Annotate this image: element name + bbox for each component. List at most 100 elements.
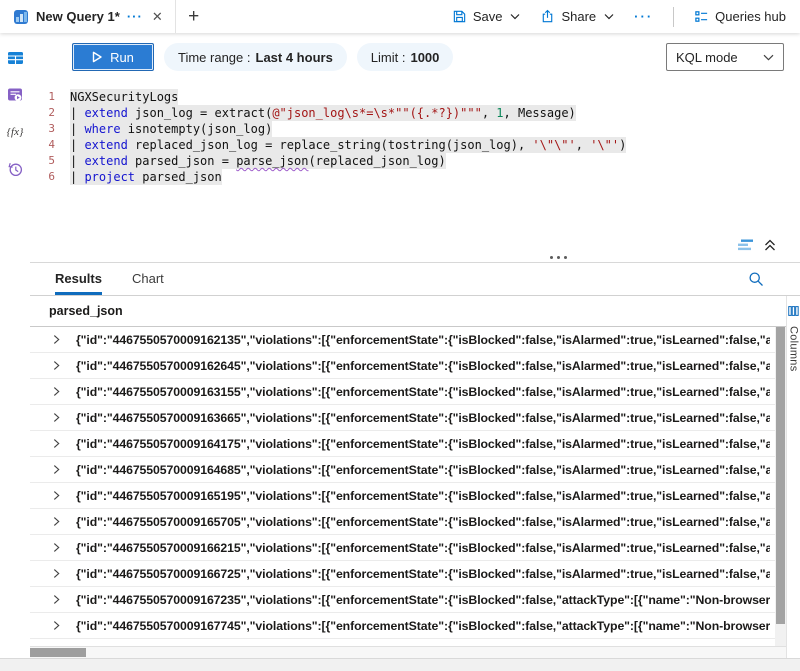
code-line[interactable]: 1 NGXSecurityLogs — [30, 89, 800, 105]
code-text: | extend parsed_json = parse_json(replac… — [70, 153, 446, 169]
table-row[interactable]: {"id":"4467550570009166725","violations"… — [30, 561, 786, 587]
code-text: NGXSecurityLogs — [70, 89, 178, 105]
collapse-pane-double-chevron-up-icon[interactable] — [764, 239, 776, 252]
expand-row-chevron-icon[interactable] — [53, 620, 60, 631]
expand-row-chevron-icon[interactable] — [53, 412, 60, 423]
expand-row-chevron-icon[interactable] — [53, 464, 60, 475]
row-json-text: {"id":"4467550570009165705","violations"… — [76, 515, 770, 529]
results-body: parsed_json {"id":"4467550570009162135",… — [30, 296, 800, 658]
code-lines: 1 NGXSecurityLogs 2 | extend json_log = … — [30, 89, 800, 185]
expand-row-chevron-icon[interactable] — [53, 438, 60, 449]
pane-splitter — [30, 233, 800, 263]
code-line[interactable]: 4 | extend replaced_json_log = replace_s… — [30, 137, 800, 153]
share-button[interactable]: Share — [540, 9, 614, 24]
tab-chart[interactable]: Chart — [132, 263, 164, 295]
code-line[interactable]: 6 | project parsed_json — [30, 169, 800, 185]
table-row[interactable]: {"id":"4467550570009165195","violations"… — [30, 483, 786, 509]
mode-chevron-down-icon — [763, 54, 774, 61]
table-row[interactable]: {"id":"4467550570009162645","violations"… — [30, 353, 786, 379]
expand-row-chevron-icon[interactable] — [53, 360, 60, 371]
time-range-value: Last 4 hours — [256, 50, 333, 65]
expand-row-chevron-icon[interactable] — [53, 568, 60, 579]
save-chevron-down-icon[interactable] — [510, 13, 520, 20]
row-json-text: {"id":"4467550570009164685","violations"… — [76, 463, 770, 477]
share-chevron-down-icon[interactable] — [604, 13, 614, 20]
table-row[interactable]: {"id":"4467550570009165705","violations"… — [30, 509, 786, 535]
row-json-text: {"id":"4467550570009163665","violations"… — [76, 411, 770, 425]
row-json-text: {"id":"4467550570009167745","violations"… — [76, 619, 770, 633]
save-icon — [452, 9, 467, 24]
results-layout-icon[interactable] — [736, 238, 755, 252]
row-json-text: {"id":"4467550570009166215","violations"… — [76, 541, 770, 555]
code-line[interactable]: 3 | where isnotempty(json_log) — [30, 121, 800, 137]
row-json-text: {"id":"4467550570009162135","violations"… — [76, 333, 770, 347]
horizontal-scrollbar-thumb[interactable] — [30, 648, 86, 657]
sidebar-item-query-history[interactable] — [6, 160, 24, 178]
line-number: 4 — [30, 137, 70, 153]
expand-row-chevron-icon[interactable] — [53, 334, 60, 345]
expand-row-chevron-icon[interactable] — [53, 542, 60, 553]
new-tab-button[interactable]: + — [176, 0, 212, 33]
time-range-picker[interactable]: Time range : Last 4 hours — [164, 43, 347, 71]
table-row[interactable]: {"id":"4467550570009164685","violations"… — [30, 457, 786, 483]
tab-more-icon[interactable]: ··· — [127, 12, 143, 22]
line-number: 1 — [30, 89, 70, 105]
code-text: | where isnotempty(json_log) — [70, 121, 272, 137]
divider — [673, 7, 674, 27]
tab-close-icon[interactable]: ✕ — [150, 9, 165, 25]
table-row[interactable]: {"id":"4467550570009163155","violations"… — [30, 379, 786, 405]
line-number: 3 — [30, 121, 70, 137]
splitter-drag-handle[interactable] — [550, 256, 567, 259]
limit-value: 1000 — [410, 50, 439, 65]
query-panel: Run Time range : Last 4 hours Limit : 10… — [30, 33, 800, 658]
expand-row-chevron-icon[interactable] — [53, 386, 60, 397]
code-line[interactable]: 2 | extend json_log = extract(@"json_log… — [30, 105, 800, 121]
vertical-scrollbar[interactable] — [775, 327, 786, 646]
query-toolbar: Run Time range : Last 4 hours Limit : 10… — [30, 33, 800, 81]
code-text: | project parsed_json — [70, 169, 222, 185]
table-row[interactable]: {"id":"4467550570009167745","violations"… — [30, 613, 786, 639]
save-button[interactable]: Save — [452, 9, 521, 24]
table-row[interactable]: {"id":"4467550570009164175","violations"… — [30, 431, 786, 457]
table-row[interactable]: {"id":"4467550570009162135","violations"… — [30, 327, 786, 353]
queries-hub-button[interactable]: Queries hub — [694, 9, 786, 24]
expand-row-chevron-icon[interactable] — [53, 594, 60, 605]
tab-bar: New Query 1* ··· ✕ + Save Share ··· — [0, 0, 800, 33]
columns-icon — [788, 305, 799, 317]
column-header-parsed-json[interactable]: parsed_json — [30, 296, 786, 327]
share-label: Share — [561, 9, 596, 24]
columns-rail-label: Columns — [788, 326, 800, 372]
query-editor[interactable]: 1 NGXSecurityLogs 2 | extend json_log = … — [30, 81, 800, 233]
columns-side-rail[interactable]: Columns — [786, 296, 800, 658]
search-results-button[interactable] — [748, 263, 764, 295]
tab-results[interactable]: Results — [55, 263, 102, 295]
results-panel: Results Chart parsed_json {"id":"4467550… — [30, 263, 800, 658]
table-row[interactable]: {"id":"4467550570009167235","violations"… — [30, 587, 786, 613]
left-sidebar: {fx} — [0, 33, 30, 658]
limit-label: Limit : — [371, 50, 406, 65]
limit-picker[interactable]: Limit : 1000 — [357, 43, 454, 71]
expand-row-chevron-icon[interactable] — [53, 516, 60, 527]
code-text: | extend replaced_json_log = replace_str… — [70, 137, 626, 153]
run-button[interactable]: Run — [72, 43, 154, 71]
sidebar-item-functions[interactable]: {fx} — [6, 123, 24, 141]
code-line[interactable]: 5 | extend parsed_json = parse_json(repl… — [30, 153, 800, 169]
sidebar-item-saved-queries[interactable] — [6, 86, 24, 104]
more-actions-icon[interactable]: ··· — [634, 9, 653, 24]
results-rows: {"id":"4467550570009162135","violations"… — [30, 327, 786, 646]
vertical-scrollbar-thumb[interactable] — [776, 327, 785, 624]
sidebar-item-tables[interactable] — [6, 49, 24, 67]
table-row[interactable]: {"id":"4467550570009163665","violations"… — [30, 405, 786, 431]
run-label: Run — [110, 50, 134, 65]
query-mode-select[interactable]: KQL mode — [666, 43, 784, 71]
horizontal-scrollbar[interactable] — [30, 646, 786, 658]
row-json-text: {"id":"4467550570009166725","violations"… — [76, 567, 770, 581]
line-number: 2 — [30, 105, 70, 121]
table-row[interactable]: {"id":"4467550570009166215","violations"… — [30, 535, 786, 561]
query-tab[interactable]: New Query 1* ··· ✕ — [0, 0, 176, 33]
results-tab-strip: Results Chart — [30, 263, 800, 296]
bottom-strip — [0, 658, 800, 671]
results-grid: parsed_json {"id":"4467550570009162135",… — [30, 296, 786, 658]
expand-row-chevron-icon[interactable] — [53, 490, 60, 501]
search-icon — [748, 271, 764, 287]
